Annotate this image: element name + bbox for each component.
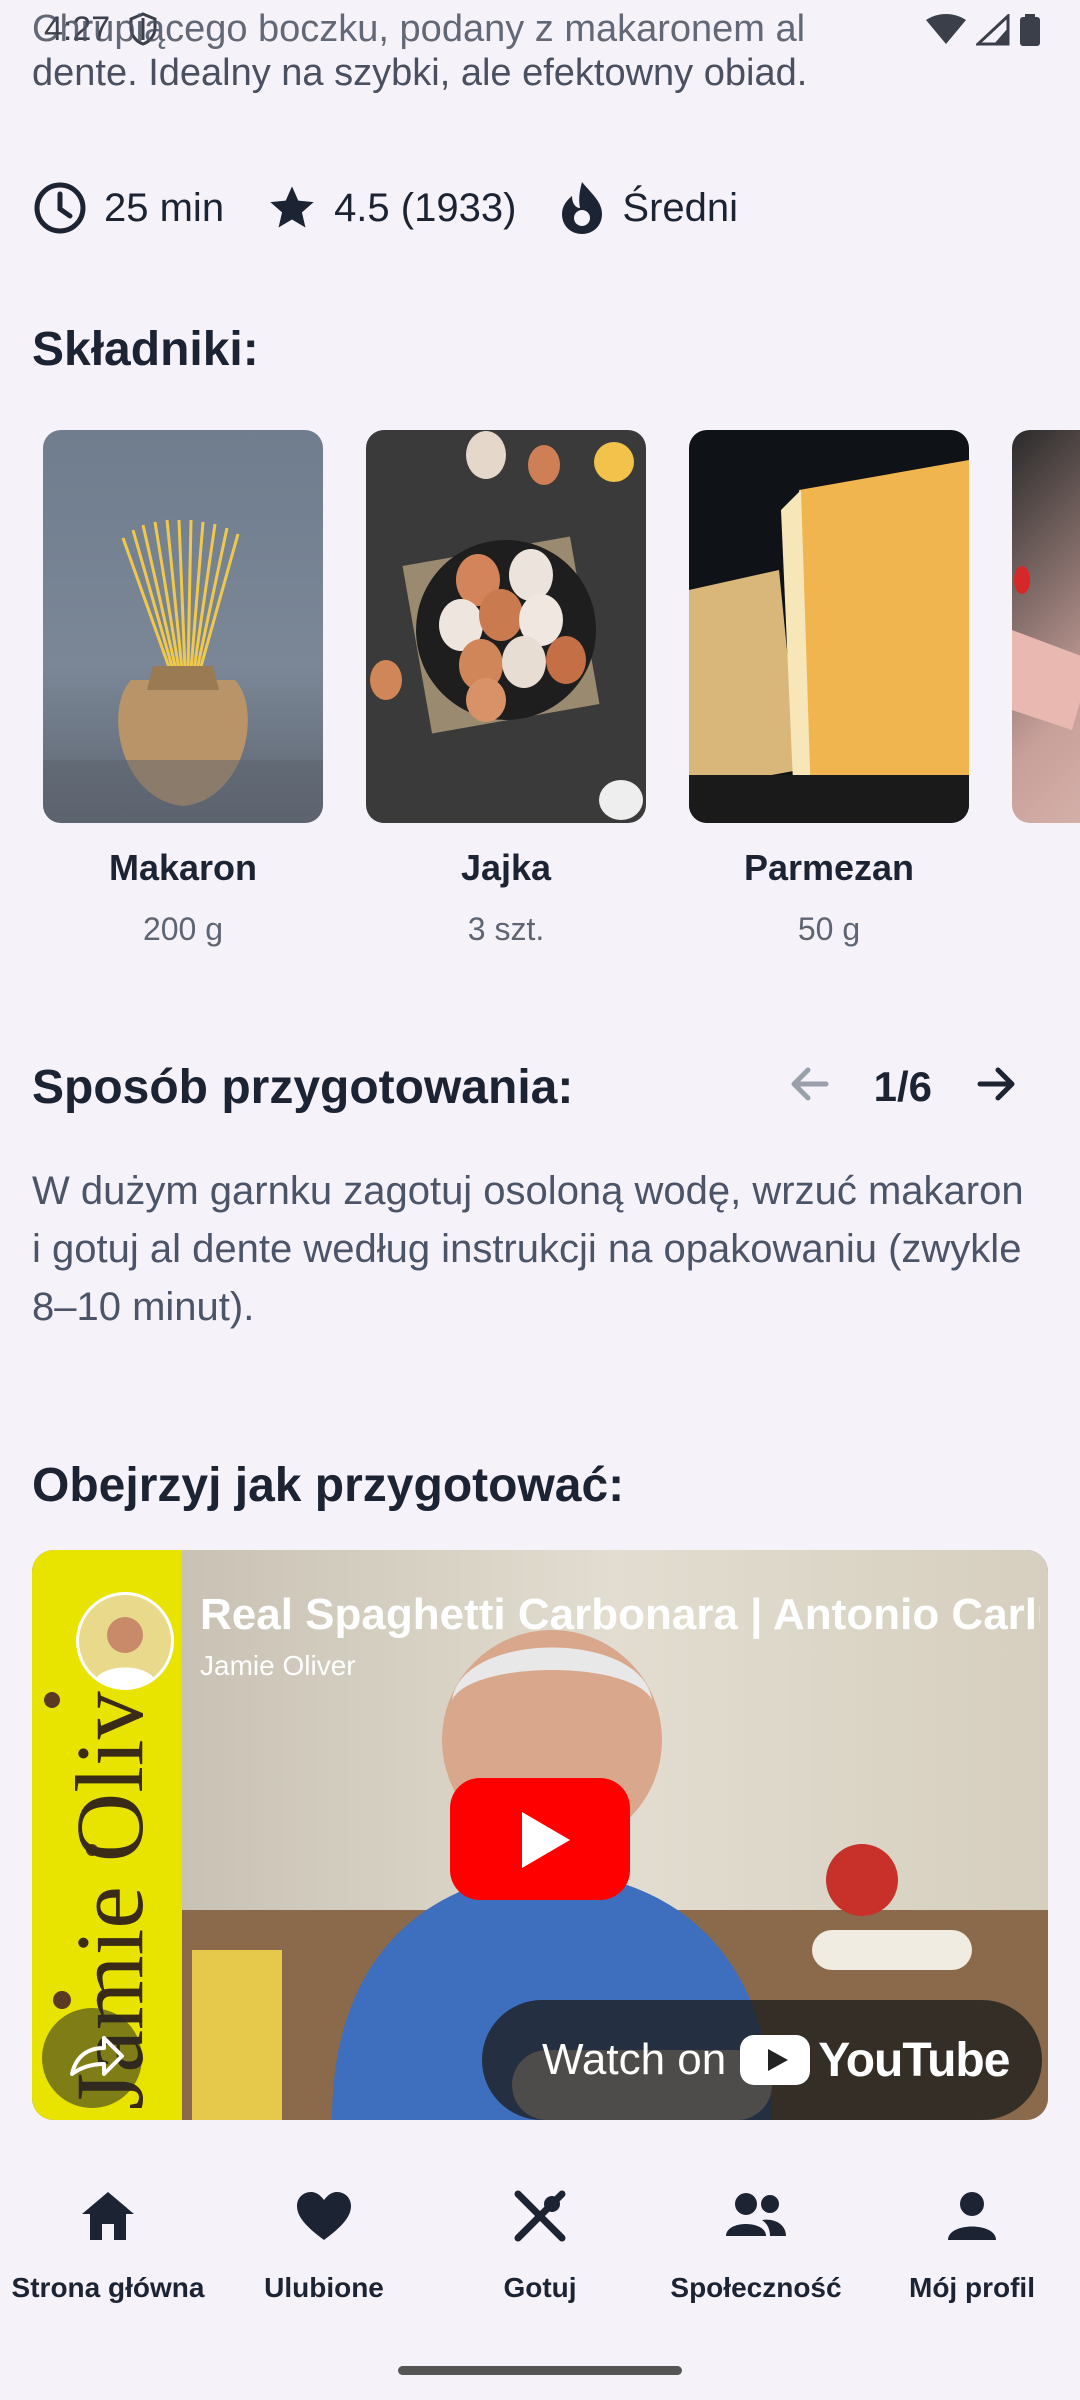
ingredient-card[interactable]: Makaron 200 g: [43, 430, 323, 948]
ingredient-image-parmesan: [689, 430, 969, 823]
people-icon: [726, 2193, 786, 2236]
arrow-right-icon: [977, 1067, 1015, 1101]
ingredient-card[interactable]: Parmezan 50 g: [689, 430, 969, 948]
home-indicator[interactable]: [398, 2366, 682, 2375]
person-icon: [948, 2192, 996, 2240]
nav-label: Gotuj: [503, 2272, 577, 2303]
ingredient-image-bacon: [1012, 430, 1080, 823]
nav-label: Społeczność: [670, 2272, 842, 2303]
youtube-video-player[interactable]: Jamie Oliver Real Spaghetti Carbonara | …: [32, 1550, 1048, 2120]
video-section-title: Obejrzyj jak przygotować:: [32, 1459, 625, 1512]
video-title[interactable]: Real Spaghetti Carbonara | Antonio Carlu…: [200, 1590, 1040, 1640]
nav-favorites[interactable]: Ulubione: [216, 2160, 432, 2330]
meta-time-value: 25 min: [104, 185, 225, 230]
previous-step-button[interactable]: [786, 1060, 834, 1113]
ingredient-image-eggs: [366, 430, 646, 823]
ingredients-carousel[interactable]: Makaron 200 g Jajka 3 szt. Parmezan 50 g: [0, 430, 1080, 970]
watch-on-youtube-button[interactable]: Watch on YouTube: [482, 2000, 1042, 2120]
description-clipped-line: Chrupiącego boczku, podany z makaronem a…: [32, 8, 806, 50]
step-counter: 1/6: [873, 1062, 932, 1110]
clock-icon: [34, 182, 86, 234]
ingredient-image-pasta: [43, 430, 323, 823]
meta-difficulty-value: Średni: [622, 185, 739, 230]
meta-time: 25 min: [32, 180, 224, 236]
nav-label: Ulubione: [264, 2272, 384, 2303]
ingredients-title: Składniki:: [32, 323, 259, 376]
signal-icon: [976, 14, 1010, 46]
home-icon: [82, 2192, 134, 2240]
channel-avatar[interactable]: [76, 1592, 174, 1690]
step-description: W dużym garnku zagotuj osoloną wodę, wrz…: [32, 1169, 1024, 1329]
nav-label: Mój profil: [909, 2272, 1035, 2303]
status-icons: [926, 14, 1040, 46]
preparation-title: Sposób przygotowania:: [32, 1061, 574, 1114]
wifi-icon: [926, 14, 966, 44]
bottom-navigation: Strona główna Ulubione Gotuj Społeczność…: [0, 2160, 1080, 2330]
arrow-left-icon: [791, 1067, 829, 1101]
ingredient-name: Parmezan: [743, 847, 915, 888]
meta-difficulty: Średni: [558, 180, 738, 236]
utensils-icon: [514, 2190, 566, 2242]
video-channel: Jamie Oliver: [200, 1650, 356, 1681]
description-line: dente. Idealny na szybki, ale efektowny …: [32, 52, 808, 94]
meta-rating-value: 4.5 (1933): [334, 185, 517, 230]
ingredient-qty: 200 g: [142, 911, 224, 947]
ingredient-name: Jajka: [460, 847, 552, 888]
nav-label: Strona główna: [11, 2272, 205, 2303]
share-button[interactable]: [42, 2008, 142, 2108]
ingredient-card[interactable]: Jajka 3 szt.: [366, 430, 646, 948]
ingredient-qty: 50 g: [797, 911, 861, 947]
heart-icon: [297, 2192, 351, 2240]
ingredient-card[interactable]: [1012, 430, 1080, 823]
meta-rating: 4.5 (1933): [266, 182, 516, 234]
youtube-wordmark: YouTube: [818, 2033, 1010, 2087]
battery-icon: [1020, 14, 1040, 46]
watch-on-label: Watch on: [542, 2035, 727, 2084]
recipe-meta: 25 min 4.5 (1933) Średni: [32, 180, 780, 236]
ingredient-qty: 3 szt.: [467, 911, 545, 947]
youtube-logo: YouTube: [740, 2033, 1010, 2088]
youtube-play-icon: [740, 2035, 811, 2085]
flame-icon: [562, 182, 603, 234]
play-button[interactable]: [450, 1778, 630, 1900]
nav-profile[interactable]: Mój profil: [864, 2160, 1080, 2330]
ingredient-name: Makaron: [108, 847, 258, 888]
recipe-description: Chrupiącego boczku, podany z makaronem a…: [32, 8, 1042, 102]
nav-home[interactable]: Strona główna: [0, 2160, 216, 2330]
nav-cook[interactable]: Gotuj: [432, 2160, 648, 2330]
star-icon: [270, 186, 314, 228]
next-step-button[interactable]: [972, 1060, 1020, 1113]
nav-community[interactable]: Społeczność: [648, 2160, 864, 2330]
step-navigation: 1/6: [786, 1060, 1020, 1113]
share-icon: [70, 2036, 124, 2076]
